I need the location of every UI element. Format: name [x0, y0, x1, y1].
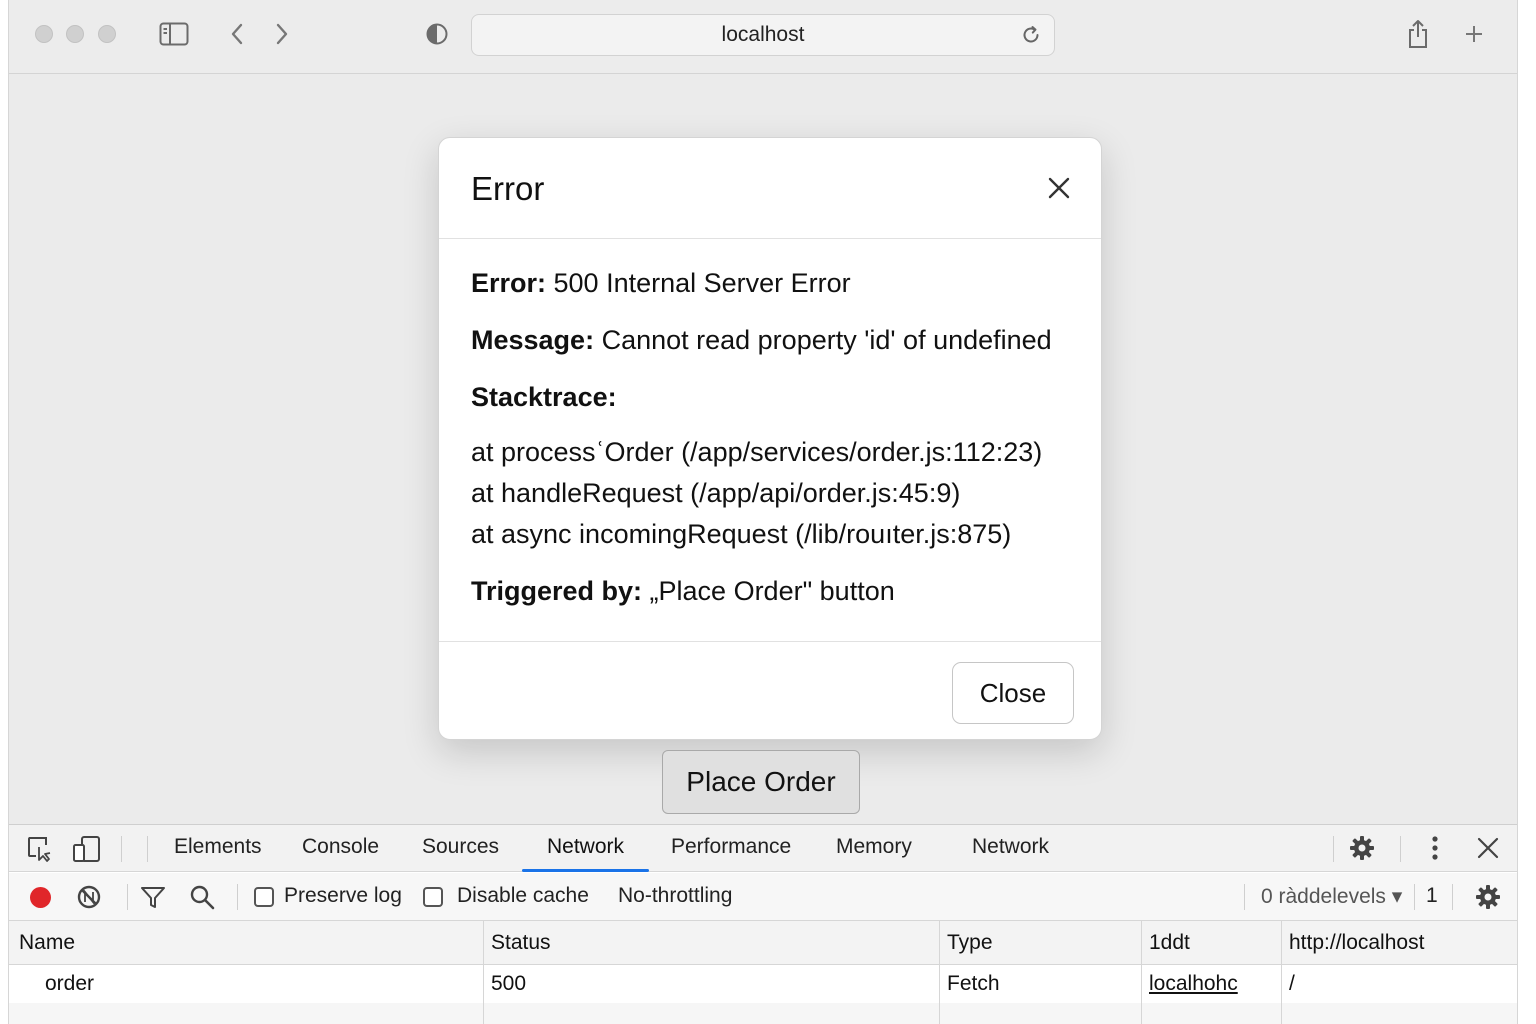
row-status: 500 [491, 972, 527, 995]
triggered-line: Triggered by: „Place Order" button [471, 576, 895, 607]
message-label: Message: [471, 325, 595, 355]
tab-memory[interactable]: Memory [836, 835, 912, 859]
column-header-type[interactable]: Type [947, 931, 993, 955]
stack-frame: at handleRequest (/app/api/order.js:45:9… [471, 478, 961, 508]
toolbar-divider [127, 884, 128, 910]
message-line: Message: Cannot read property 'id' of un… [471, 325, 1052, 356]
toolbar-divider [1400, 836, 1401, 862]
toolbar-divider [237, 884, 238, 910]
disable-cache-checkbox[interactable] [423, 887, 443, 907]
row-url: / [1289, 972, 1295, 995]
modal-close-icon[interactable] [1043, 172, 1075, 204]
stack-frame: at processʿOrder (/app/services/order.js… [471, 437, 1043, 467]
devtools-tabbar: Elements Console Sources Network Perform… [9, 825, 1517, 872]
network-filter-bar: Preserve log Disable cache No-throttling… [9, 873, 1517, 921]
settings-gear-icon[interactable] [1347, 833, 1377, 863]
tab-performance[interactable]: Performance [671, 835, 791, 859]
column-header-initiator[interactable]: 1ddt [1149, 931, 1190, 955]
more-options-icon[interactable] [1420, 833, 1450, 863]
active-tab-indicator [522, 869, 649, 872]
tab-network-2[interactable]: Network [972, 835, 1049, 859]
devtools-panel: Elements Console Sources Network Perform… [9, 824, 1517, 1024]
log-levels-dropdown[interactable]: 0 ràddelevels ▾ [1261, 884, 1402, 909]
modal-header: Error [439, 138, 1101, 239]
triggered-label: Triggered by: [471, 576, 643, 606]
column-header-name[interactable]: Name [19, 931, 75, 955]
close-devtools-icon[interactable] [1473, 833, 1503, 863]
clear-log-icon[interactable] [74, 882, 104, 912]
browser-window: localhost Error Error: 500 Internal Serv… [8, 0, 1518, 1024]
column-divider [483, 921, 484, 1024]
disable-cache-label: Disable cache [457, 884, 589, 907]
toolbar-divider [121, 836, 122, 862]
error-modal: Error Error: 500 Internal Server Error M… [438, 137, 1102, 740]
toolbar-divider [1452, 884, 1453, 910]
toolbar-divider [1244, 884, 1245, 910]
network-settings-gear-icon[interactable] [1473, 882, 1503, 912]
column-header-status[interactable]: Status [491, 931, 551, 955]
share-icon[interactable] [1402, 18, 1434, 50]
row-type: Fetch [947, 972, 1000, 995]
triggered-value: „Place Order" button [642, 576, 895, 606]
toolbar-divider [1333, 836, 1334, 862]
tab-elements[interactable]: Elements [174, 835, 262, 859]
page-content: Error Error: 500 Internal Server Error M… [9, 75, 1517, 824]
address-url: localhost [721, 23, 805, 46]
throttling-select[interactable]: No-throttling [618, 884, 732, 908]
error-label: Error: [471, 268, 547, 298]
close-button[interactable]: Close [952, 662, 1074, 724]
close-window-button[interactable] [35, 25, 53, 43]
place-order-button[interactable]: Place Order [662, 750, 860, 814]
device-toolbar-icon[interactable] [72, 834, 102, 864]
zoom-window-button[interactable] [98, 25, 116, 43]
modal-title: Error [471, 170, 545, 207]
minimize-window-button[interactable] [66, 25, 84, 43]
column-divider [939, 921, 940, 1024]
row-name: order [45, 972, 95, 995]
table-row[interactable]: order 500 Fetch localhohc / [9, 965, 1517, 1003]
reload-icon[interactable] [1020, 24, 1042, 46]
back-icon[interactable] [221, 18, 253, 50]
preserve-log-label: Preserve log [284, 884, 402, 907]
tab-network[interactable]: Network [547, 835, 624, 859]
forward-icon[interactable] [266, 18, 298, 50]
column-header-url[interactable]: http://localhost [1289, 931, 1424, 955]
appearance-toggle-icon[interactable] [421, 18, 453, 50]
message-value: Cannot read property 'id' of undefined [594, 325, 1052, 355]
record-button[interactable] [30, 887, 51, 908]
column-divider [1141, 921, 1142, 1024]
preserve-log-checkbox[interactable] [254, 887, 274, 907]
address-bar[interactable]: localhost [471, 14, 1055, 56]
stack-frame: at async incomingRequest (/lib/rouıter.j… [471, 519, 1012, 549]
tab-sources[interactable]: Sources [422, 835, 499, 859]
search-icon[interactable] [187, 882, 217, 912]
issues-count: 1 [1426, 884, 1438, 907]
browser-toolbar: localhost [9, 0, 1517, 74]
new-tab-icon[interactable] [1458, 18, 1490, 50]
modal-footer: Close [439, 641, 1101, 741]
error-line: Error: 500 Internal Server Error [471, 268, 851, 299]
table-header-row: Name Status Type 1ddt http://localhost [9, 921, 1517, 965]
error-value: 500 Internal Server Error [546, 268, 851, 298]
filter-icon[interactable] [138, 882, 168, 912]
row-initiator-link[interactable]: localhohc [1149, 972, 1238, 996]
inspect-element-icon[interactable] [25, 834, 55, 864]
sidebar-toggle-icon[interactable] [158, 18, 190, 50]
tab-console[interactable]: Console [302, 835, 379, 859]
column-divider [1281, 921, 1282, 1024]
toolbar-divider [1414, 884, 1415, 910]
toolbar-divider [147, 836, 148, 862]
table-empty-row [9, 1003, 1517, 1024]
stacktrace-label: Stacktrace: [471, 382, 617, 412]
